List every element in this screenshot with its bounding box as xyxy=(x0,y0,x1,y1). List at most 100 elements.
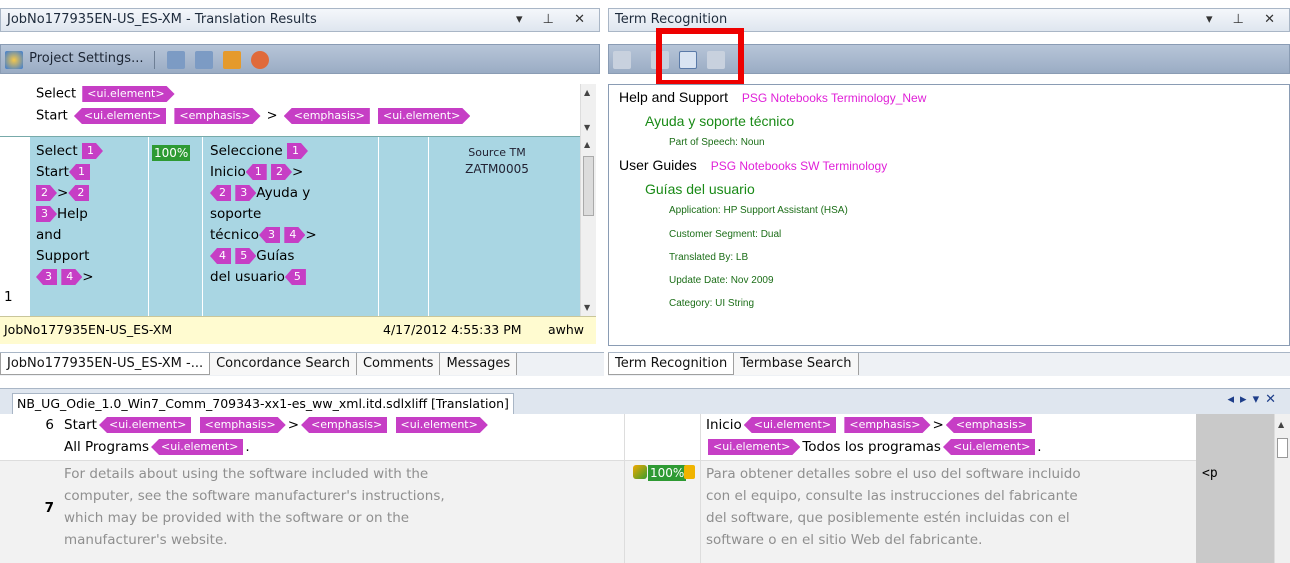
row-source: Select 1 Start 1 2 >2 3 Help and Support 3 … xyxy=(36,141,146,288)
term-field: Customer Segment: Dual xyxy=(669,229,782,240)
highlight-callout-box xyxy=(656,28,744,86)
term-recognition-title: Term Recognition xyxy=(615,12,728,27)
tag-num: 2 xyxy=(68,185,90,201)
tag-ui-element-close: <ui.element> xyxy=(73,108,167,124)
tag-emphasis: <emphasis> xyxy=(945,417,1032,433)
editor-grid: 6 Start <ui.element> <emphasis> > <emphasis… xyxy=(0,414,1274,563)
structure-column: <p xyxy=(1196,414,1274,563)
pane-controls[interactable]: ▾ ⊥ ✕ xyxy=(1206,9,1283,31)
col-divider xyxy=(624,414,625,563)
tag-ui-element: <ui.element> xyxy=(82,86,174,102)
origin-label: Source TM xyxy=(468,146,526,159)
apply-translation-icon[interactable] xyxy=(166,51,185,69)
project-settings-icon[interactable] xyxy=(5,51,23,69)
preview-scrollbar[interactable]: ▲ ▼ xyxy=(580,84,596,136)
project-settings-button[interactable]: Project Settings... xyxy=(29,51,143,66)
segment-target[interactable]: Para obtener detalles sobre el uso del s… xyxy=(706,463,1081,551)
editor-tab-nav-controls[interactable]: ◂▸▾✕ xyxy=(1228,392,1282,407)
term-target[interactable]: Guías del usuario xyxy=(645,181,755,197)
term-field: Part of Speech: Noun xyxy=(669,137,765,148)
term-entry-2[interactable]: User Guides PSG Notebooks SW Terminology xyxy=(619,157,887,173)
tag-num: 3 xyxy=(235,185,256,201)
term-source: User Guides xyxy=(619,157,697,173)
tag-ui-element: <ui.element> xyxy=(151,439,244,455)
editor-file-tab[interactable]: NB_UG_Odie_1.0_Win7_Comm_709343-xx1-es_w… xyxy=(12,393,514,415)
pane-controls[interactable]: ▾ ⊥ ✕ xyxy=(516,9,593,31)
structure-info: <p xyxy=(1202,466,1218,481)
confirmed-status-icon xyxy=(633,465,647,479)
tag-num: 5 xyxy=(235,248,256,264)
term-recognition-results: Help and Support PSG Notebooks Terminolo… xyxy=(608,84,1290,346)
tag-num: 2 xyxy=(210,185,231,201)
gt-text: > xyxy=(932,417,944,433)
tag-emphasis: <emphasis> xyxy=(844,417,930,433)
tab-messages[interactable]: Messages xyxy=(440,353,518,375)
tag-ui-element: <ui.element> xyxy=(743,417,837,433)
tab-termbase-search[interactable]: Termbase Search xyxy=(734,353,859,375)
editor-scrollbar[interactable]: ▲ xyxy=(1274,414,1290,563)
tag-emphasis: <emphasis> xyxy=(301,417,388,433)
match-percent-badge: 100% xyxy=(648,465,687,481)
segment-target-line2[interactable]: <ui.element> Todos los programas <ui.eleme… xyxy=(706,436,1042,458)
tag-num: 2 xyxy=(271,164,292,180)
tag-ui-element: <ui.element> xyxy=(396,417,488,433)
segment-source[interactable]: Start <ui.element> <emphasis> > <emphasis> … xyxy=(64,414,490,436)
results-scrollbar[interactable]: ▲ ▼ xyxy=(580,136,596,316)
src-word: Start xyxy=(36,164,69,180)
gt-text: > xyxy=(305,227,317,243)
target-line: Para obtener detalles sobre el uso del s… xyxy=(706,466,1081,482)
term-source: Help and Support xyxy=(619,89,728,105)
gt-text: > xyxy=(292,164,304,180)
text: . xyxy=(1037,439,1042,455)
row-number-cell: 1 xyxy=(0,137,30,317)
left-tab-strip: JobNo177935EN-US_ES-XM -... Concordance S… xyxy=(0,352,604,376)
preview-line-1: Select <ui.element> xyxy=(36,86,177,102)
tag-emphasis-close: <emphasis> xyxy=(283,108,370,124)
tag-num: 2 xyxy=(36,185,57,201)
scroll-thumb[interactable] xyxy=(583,156,594,216)
src-word: Select xyxy=(36,143,78,159)
segment-row-6[interactable]: 6 Start <ui.element> <emphasis> > <emphasis… xyxy=(0,414,1274,460)
tag-ui-element: <ui.element> xyxy=(708,439,800,455)
segment-row-7[interactable]: 7 For details about using the software i… xyxy=(0,460,1274,563)
refresh-icon[interactable] xyxy=(251,51,270,69)
tab-concordance-search[interactable]: Concordance Search xyxy=(210,353,357,375)
apply-source-icon[interactable] xyxy=(194,51,213,69)
src-word: and xyxy=(36,227,62,243)
apply-full-icon[interactable] xyxy=(223,51,242,69)
col-divider xyxy=(700,414,701,563)
col-divider xyxy=(378,137,379,317)
source-line: For details about using the software inc… xyxy=(64,466,429,482)
target-line: con el equipo, consulte las instruccione… xyxy=(706,488,1078,504)
copy-term-icon[interactable] xyxy=(613,51,631,69)
tag-emphasis: <emphasis> xyxy=(174,108,260,124)
term-entry-1[interactable]: Help and Support PSG Notebooks Terminolo… xyxy=(619,89,926,105)
scroll-thumb[interactable] xyxy=(1277,438,1288,458)
translation-result-row[interactable]: 1 Select 1 Start 1 2 >2 3 Help and Support … xyxy=(0,136,580,317)
text: All Programs xyxy=(64,439,150,455)
termbase-name: PSG Notebooks Terminology_New xyxy=(741,91,927,105)
tab-translation-results[interactable]: JobNo177935EN-US_ES-XM -... xyxy=(0,353,211,375)
tag-num: 3 xyxy=(36,269,57,285)
tgt-word: soporte xyxy=(210,206,262,222)
tag-num: 1 xyxy=(245,164,267,180)
term-target[interactable]: Ayuda y soporte técnico xyxy=(645,113,794,129)
term-field: Category: UI String xyxy=(669,298,755,309)
status-user: awhw xyxy=(548,322,585,337)
match-percent-badge: 100% xyxy=(152,145,191,161)
col-divider xyxy=(202,137,203,317)
toolbar-separator xyxy=(153,51,155,69)
status-project: JobNo177935EN-US_ES-XM xyxy=(4,322,173,337)
tgt-word: del usuario xyxy=(210,269,285,285)
tab-term-recognition[interactable]: Term Recognition xyxy=(608,353,735,375)
segment-source[interactable]: For details about using the software inc… xyxy=(64,463,445,551)
row-number: 1 xyxy=(4,289,13,305)
tag-num: 1 xyxy=(68,164,90,180)
tag-emphasis: <emphasis> xyxy=(200,417,286,433)
segment-target[interactable]: Inicio <ui.element> <emphasis> > <emphasis> xyxy=(706,414,1034,436)
translation-results-title-bar: JobNo177935EN-US_ES-XM - Translation Res… xyxy=(0,8,600,32)
text: . xyxy=(245,439,250,455)
translation-results-toolbar: Project Settings... xyxy=(0,44,600,74)
segment-source-line2[interactable]: All Programs <ui.element>. xyxy=(64,436,250,458)
tab-comments[interactable]: Comments xyxy=(356,353,441,375)
